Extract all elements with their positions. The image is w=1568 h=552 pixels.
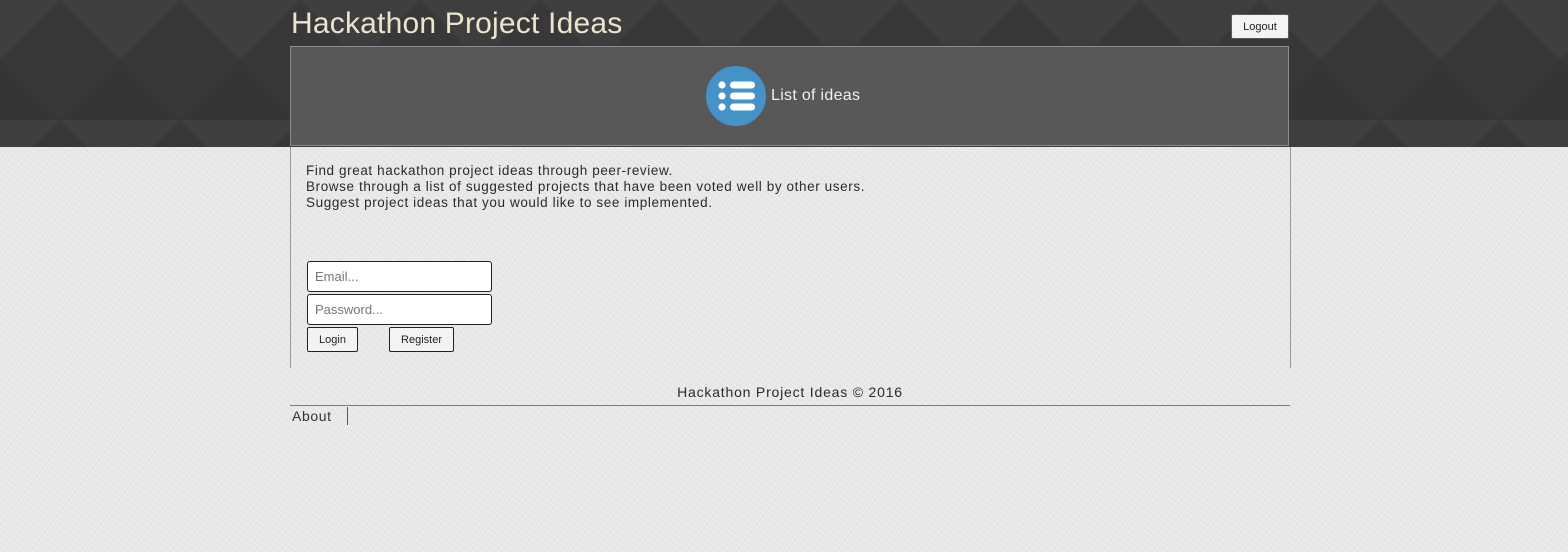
footer-copyright: Hackathon Project Ideas © 2016 [677,384,903,400]
footer-link-about[interactable]: About [290,407,348,425]
list-of-ideas-label: List of ideas [771,87,861,104]
intro-text: Find great hackathon project ideas throu… [306,163,865,211]
password-field[interactable] [307,294,492,325]
register-button[interactable]: Register [389,327,454,352]
intro-line: Suggest project ideas that you would lik… [306,195,713,210]
email-field[interactable] [307,261,492,292]
site-title: Hackathon Project Ideas [291,7,623,40]
login-button[interactable]: Login [307,327,358,352]
list-icon [706,66,766,126]
logout-button[interactable]: Logout [1231,14,1289,39]
intro-line: Browse through a list of suggested proje… [306,179,866,194]
intro-line: Find great hackathon project ideas throu… [306,163,673,178]
footer-nav: About [290,407,348,425]
content-panel: Find great hackathon project ideas throu… [290,147,1291,368]
list-of-ideas-link[interactable]: List of ideas [706,66,860,126]
banner: List of ideas [290,46,1289,146]
footer-divider [290,405,1290,406]
